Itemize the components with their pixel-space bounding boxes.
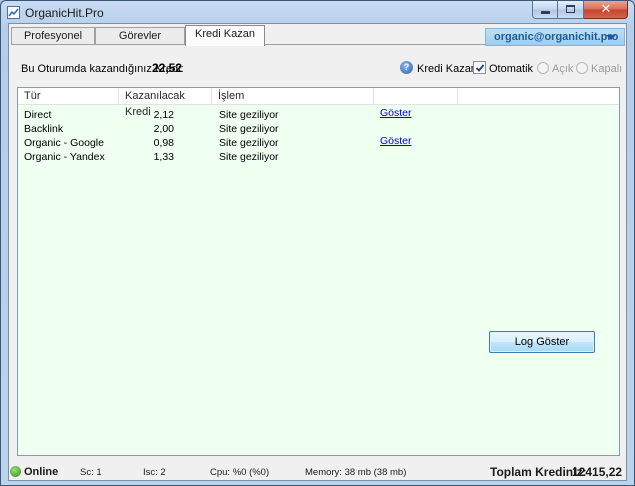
- tab-kredi-kazan[interactable]: Kredi Kazan: [185, 25, 265, 46]
- total-credit-value: 12415,22: [572, 465, 623, 479]
- acik-label[interactable]: Açık: [552, 63, 573, 75]
- cell-tur: Direct: [24, 109, 52, 121]
- cell-tur: Backlink: [24, 123, 64, 135]
- tab-profesyonel[interactable]: Profesyonel: [11, 27, 95, 45]
- kapali-label[interactable]: Kapalı: [591, 63, 622, 75]
- cell-islem: Site geziliyor: [219, 151, 279, 163]
- table-row[interactable]: Organic - Google 0,98 Site geziliyor Gös…: [18, 135, 619, 150]
- credit-table: Tür Kazanılacak Kredi İşlem Direct 2,12 …: [17, 87, 620, 456]
- close-button[interactable]: ✕: [584, 1, 628, 19]
- kapali-radio[interactable]: [576, 62, 588, 74]
- log-goster-button[interactable]: Log Göster: [489, 331, 595, 353]
- cell-islem: Site geziliyor: [219, 109, 279, 121]
- app-window: OrganicHit.Pro ✕ Profesyonel Görevler Kr…: [0, 0, 635, 486]
- goster-link[interactable]: Göster: [380, 107, 412, 119]
- window-controls: ✕: [532, 1, 628, 19]
- table-header: Tür Kazanılacak Kredi İşlem: [18, 88, 619, 118]
- cell-link: Göster: [380, 107, 412, 120]
- table-row[interactable]: Backlink 2,00 Site geziliyor: [18, 123, 619, 136]
- client-area: Profesyonel Görevler Kredi Kazan organic…: [8, 23, 627, 481]
- chevron-down-icon: [606, 35, 616, 40]
- tab-gorevler[interactable]: Görevler: [95, 27, 185, 45]
- cell-kredi: 2,00: [153, 123, 174, 135]
- close-icon: ✕: [600, 2, 612, 17]
- status-memory: Memory: 38 mb (38 mb): [305, 467, 407, 478]
- column-header-kredi[interactable]: Kazanılacak Kredi: [119, 88, 212, 118]
- account-email: organic@organichit.pro: [494, 31, 619, 43]
- maximize-button[interactable]: [558, 1, 584, 19]
- cell-islem: Site geziliyor: [219, 137, 279, 149]
- status-isc: Isc: 2: [143, 467, 166, 478]
- cell-kredi: 0,98: [153, 137, 174, 149]
- cell-kredi: 1,33: [153, 151, 174, 163]
- account-dropdown[interactable]: organic@organichit.pro: [485, 28, 625, 46]
- status-cpu: Cpu: %0 (%0): [210, 467, 270, 478]
- goster-link[interactable]: Göster: [380, 135, 412, 147]
- minimize-button[interactable]: [532, 1, 558, 19]
- otomatik-label[interactable]: Otomatik: [489, 63, 533, 75]
- column-header-link[interactable]: [374, 88, 458, 105]
- status-bar: Online Sc: 1 Isc: 2 Cpu: %0 (%0) Memory:…: [9, 462, 626, 481]
- checkmark-icon: [475, 64, 485, 72]
- title-bar[interactable]: OrganicHit.Pro ✕: [1, 1, 634, 23]
- cell-islem: Site geziliyor: [219, 123, 279, 135]
- maximize-icon: [566, 5, 575, 13]
- otomatik-checkbox[interactable]: [473, 61, 486, 74]
- table-row[interactable]: Organic - Yandex 1,33 Site geziliyor: [18, 151, 619, 164]
- cell-link: Göster: [380, 135, 412, 148]
- cell-kredi: 2,12: [153, 109, 174, 121]
- column-header-extra[interactable]: [458, 88, 619, 105]
- minimize-icon: [541, 11, 550, 14]
- status-sc: Sc: 1: [80, 467, 102, 478]
- app-chart-icon: [7, 6, 20, 19]
- table-row[interactable]: Direct 2,12 Site geziliyor Göster: [18, 107, 619, 122]
- acik-radio[interactable]: [537, 62, 549, 74]
- online-status: Online: [24, 466, 59, 478]
- column-header-islem[interactable]: İşlem: [212, 88, 374, 105]
- column-header-tur[interactable]: Tür: [18, 88, 119, 105]
- window-title: OrganicHit.Pro: [25, 6, 104, 20]
- cell-tur: Organic - Yandex: [24, 151, 105, 163]
- help-icon[interactable]: ?: [400, 61, 413, 74]
- online-status-icon: [10, 466, 21, 477]
- session-credit-value: 22,52: [152, 61, 183, 75]
- cell-tur: Organic - Google: [24, 137, 104, 149]
